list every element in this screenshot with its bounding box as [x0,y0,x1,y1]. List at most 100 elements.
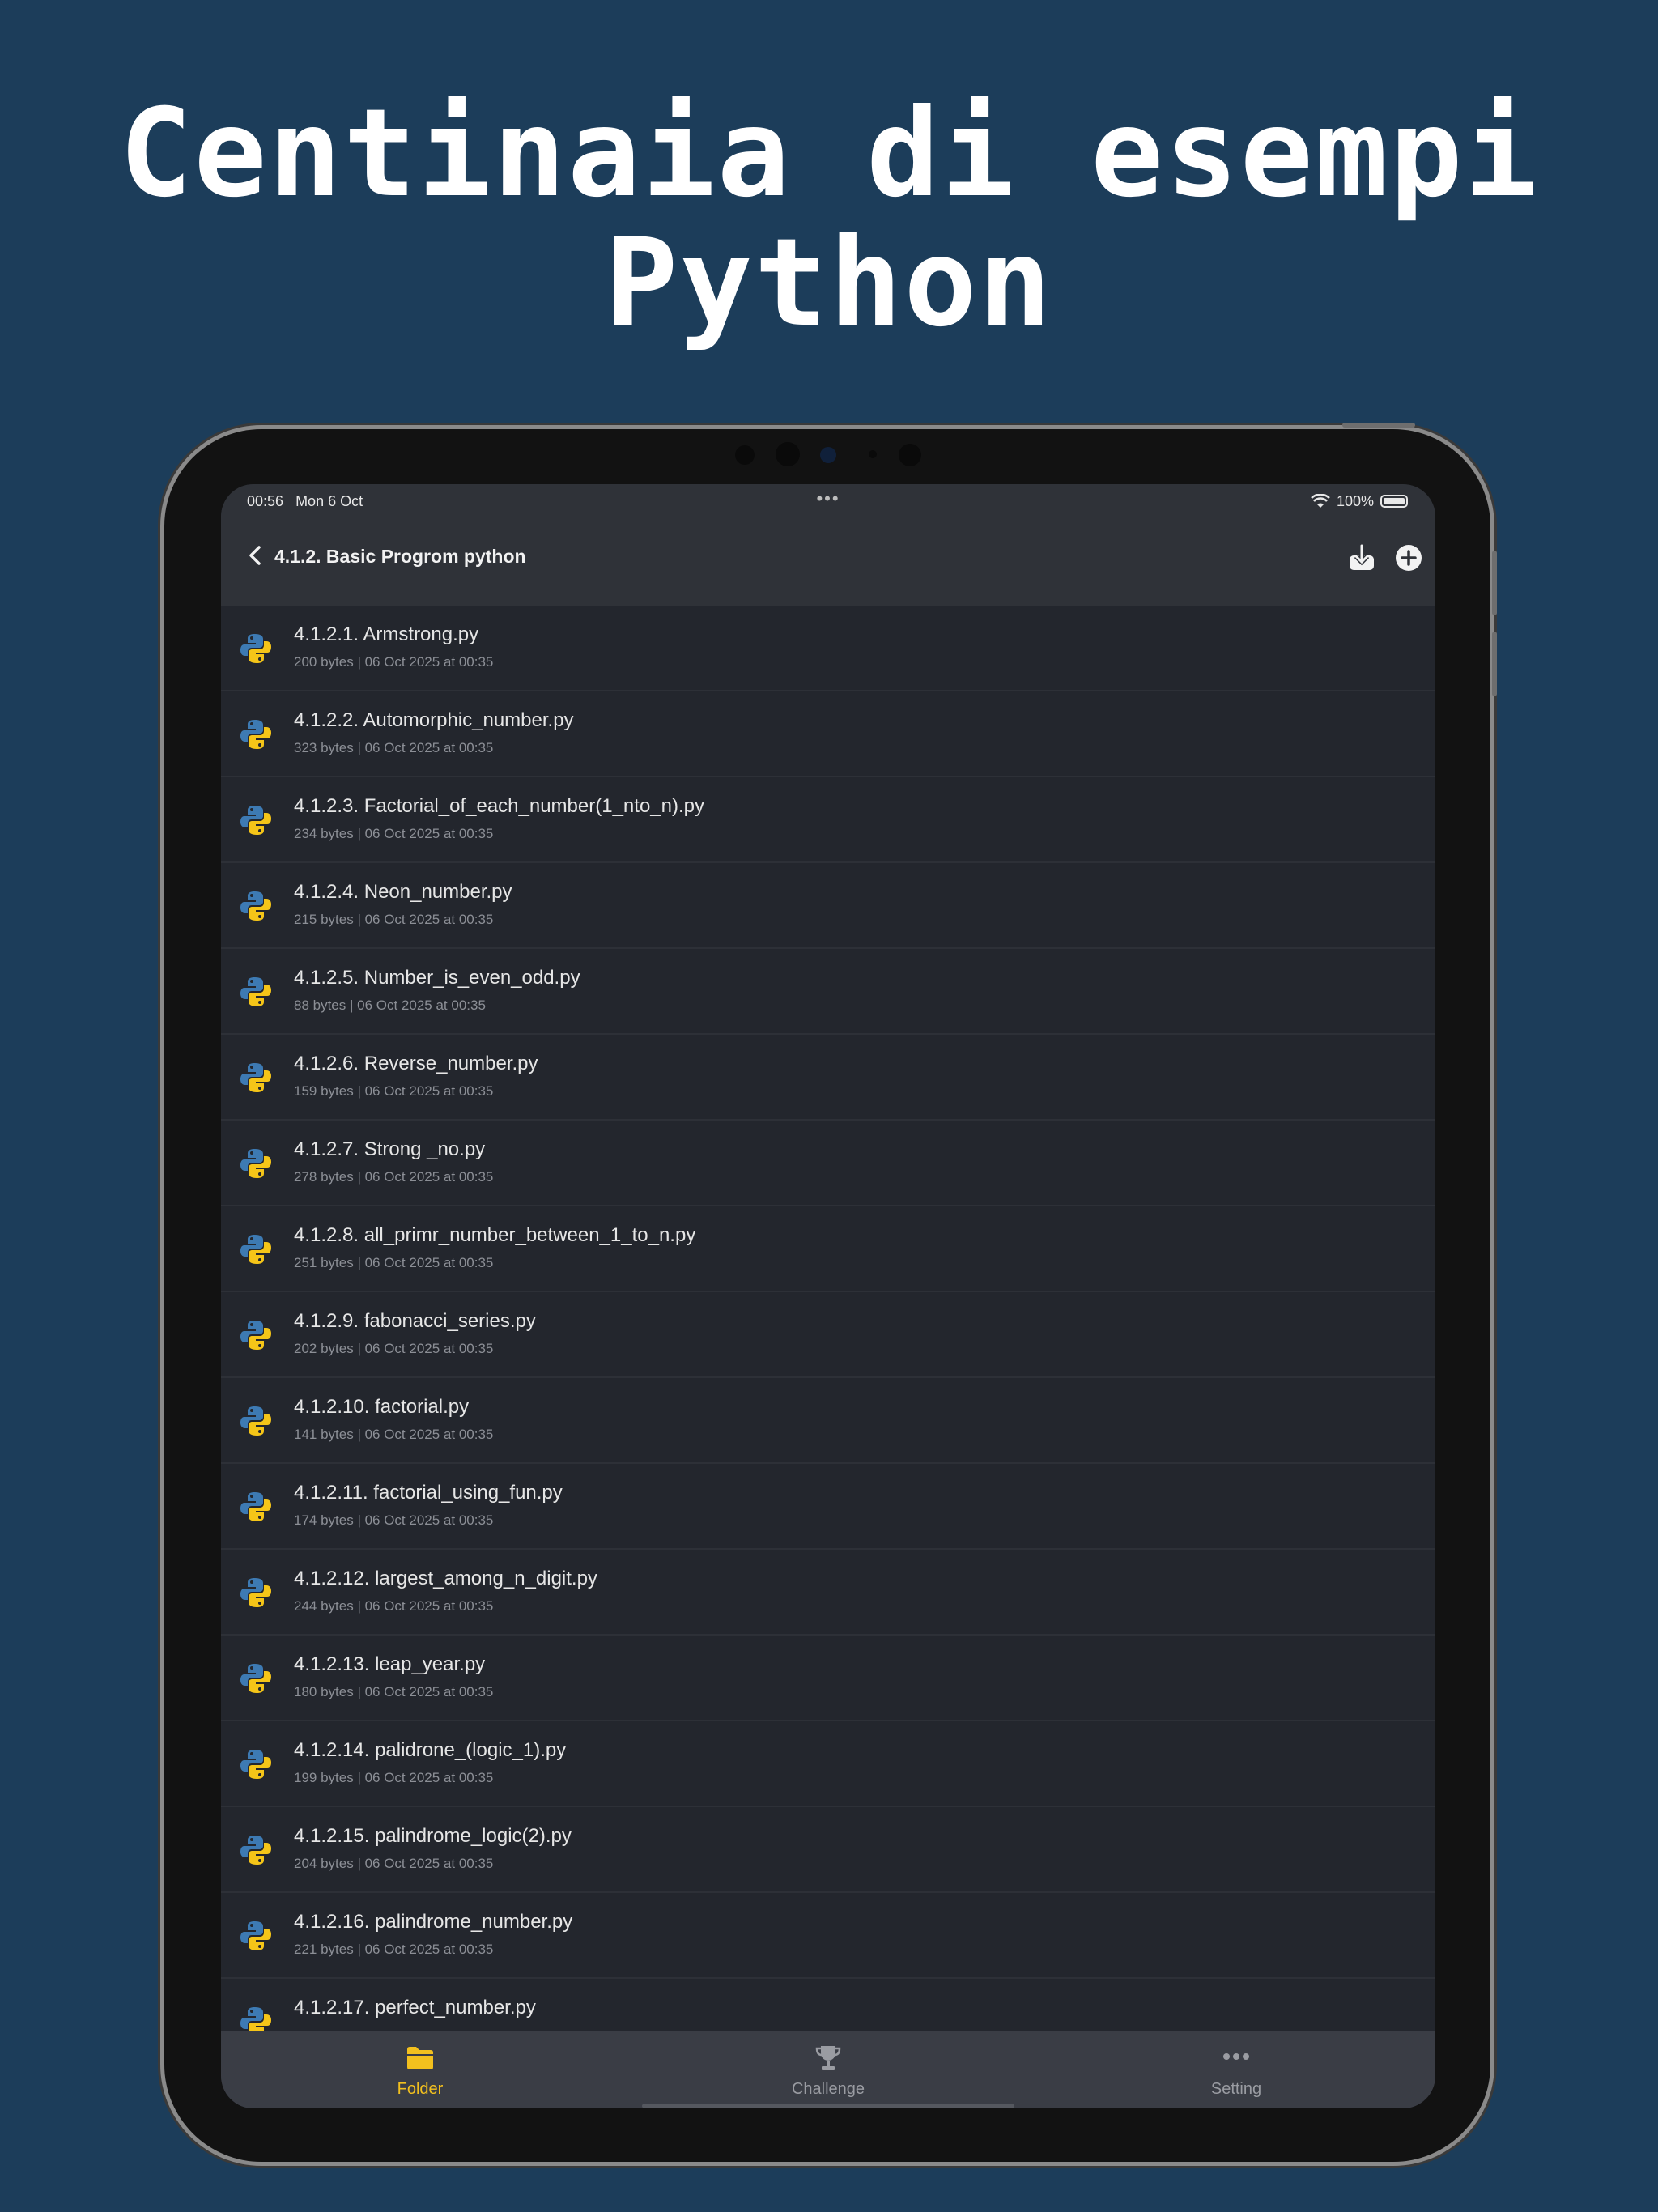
file-row[interactable]: 4.1.2.10. factorial.py 141 bytes | 06 Oct… [221,1378,1435,1464]
tab-folder[interactable]: Folder [299,2031,542,2108]
folder-icon [407,2047,433,2069]
python-file-icon [240,1149,271,1178]
python-file-icon [240,1664,271,1693]
tab-challenge[interactable]: Challenge [707,2031,950,2108]
file-meta: 204 bytes | 06 Oct 2025 at 00:35 [294,1856,494,1871]
file-row[interactable]: 4.1.2.5. Number_is_even_odd.py 88 bytes |… [221,949,1435,1035]
file-row[interactable]: 4.1.2.12. largest_among_n_digit.py 244 by… [221,1550,1435,1636]
file-name: 4.1.2.8. all_primr_number_between_1_to_n… [294,1224,696,1246]
python-file-icon [240,1921,271,1950]
file-row[interactable]: 4.1.2.11. factorial_using_fun.py 174 byte… [221,1464,1435,1550]
camera-icon [820,447,836,463]
headline-line-1: Centinaia di esempi [119,83,1539,224]
tab-label: Setting [1210,2080,1262,2098]
file-name: 4.1.2.3. Factorial_of_each_number(1_nto_… [294,795,704,817]
file-row[interactable]: 4.1.2.13. leap_year.py 180 bytes | 06 Oct… [221,1636,1435,1721]
file-row[interactable]: 4.1.2.17. perfect_number.py [221,1979,1435,2031]
python-file-icon [240,1321,271,1350]
python-file-icon [240,1492,271,1521]
file-name: 4.1.2.13. leap_year.py [294,1653,486,1675]
page-title: 4.1.2. Basic Progrom python [274,546,526,567]
python-file-icon [240,720,271,749]
download-icon[interactable] [1346,542,1377,573]
trophy-icon [815,2046,841,2070]
file-meta: 200 bytes | 06 Oct 2025 at 00:35 [294,654,494,670]
tab-label: Folder [397,2080,444,2098]
volume-down-button [1492,632,1497,696]
python-file-icon [240,634,271,663]
volume-up-button [1492,551,1497,615]
sensor-icon [899,444,921,466]
file-row[interactable]: 4.1.2.15. palindrome_logic(2).py 204 byte… [221,1807,1435,1893]
file-name: 4.1.2.14. palidrone_(logic_1).py [294,1739,567,1761]
file-name: 4.1.2.4. Neon_number.py [294,881,512,903]
file-meta: 244 bytes | 06 Oct 2025 at 00:35 [294,1598,494,1614]
file-meta: 323 bytes | 06 Oct 2025 at 00:35 [294,740,494,755]
file-name: 4.1.2.10. factorial.py [294,1396,470,1418]
sensor-icon [776,442,800,466]
battery-percent: 100% [1336,493,1374,509]
file-name: 4.1.2.7. Strong _no.py [294,1138,486,1160]
python-file-icon [240,1750,271,1779]
file-meta: 159 bytes | 06 Oct 2025 at 00:35 [294,1083,494,1099]
file-name: 4.1.2.15. palindrome_logic(2).py [294,1825,572,1847]
file-name: 4.1.2.11. factorial_using_fun.py [294,1482,563,1504]
sensor-icon [869,450,877,458]
file-name: 4.1.2.1. Armstrong.py [294,623,479,645]
file-meta: 215 bytes | 06 Oct 2025 at 00:35 [294,912,494,927]
headline: Centinaia di esempi Python [0,89,1658,348]
python-file-icon [240,806,271,835]
home-indicator[interactable] [642,2104,1014,2108]
screen: 00:56 Mon 6 Oct ••• 100% 4.1.2. Basic Pr… [221,484,1435,2108]
file-row[interactable]: 4.1.2.7. Strong _no.py 278 bytes | 06 Oct… [221,1121,1435,1206]
python-file-icon [240,2007,271,2031]
python-file-icon [240,1235,271,1264]
tab-label: Challenge [791,2080,865,2098]
python-file-icon [240,1836,271,1865]
python-file-icon [240,891,271,921]
python-file-icon [240,977,271,1006]
chevron-left-icon[interactable] [239,539,271,572]
file-name: 4.1.2.9. fabonacci_series.py [294,1310,536,1332]
headline-line-2: Python [605,213,1053,354]
file-row[interactable]: 4.1.2.2. Automorphic_number.py 323 bytes … [221,691,1435,777]
plus-circle-icon[interactable] [1393,542,1424,573]
multitasking-dots[interactable]: ••• [221,484,1435,513]
file-meta: 88 bytes | 06 Oct 2025 at 00:35 [294,998,486,1013]
python-file-icon [240,1578,271,1607]
file-meta: 199 bytes | 06 Oct 2025 at 00:35 [294,1770,494,1785]
file-row[interactable]: 4.1.2.14. palidrone_(logic_1).py 199 byte… [221,1721,1435,1807]
nav-bar: 4.1.2. Basic Progrom python [221,518,1435,606]
status-right: 100% [1311,484,1408,518]
file-meta: 174 bytes | 06 Oct 2025 at 00:35 [294,1512,494,1528]
file-meta: 234 bytes | 06 Oct 2025 at 00:35 [294,826,494,841]
file-row[interactable]: 4.1.2.1. Armstrong.py 200 bytes | 06 Oct … [221,606,1435,691]
file-row[interactable]: 4.1.2.16. palindrome_number.py 221 bytes … [221,1893,1435,1979]
file-name: 4.1.2.16. palindrome_number.py [294,1911,573,1933]
file-row[interactable]: 4.1.2.6. Reverse_number.py 159 bytes | 06… [221,1035,1435,1121]
python-file-icon [240,1406,271,1436]
file-meta: 180 bytes | 06 Oct 2025 at 00:35 [294,1684,494,1699]
tablet-frame: 00:56 Mon 6 Oct ••• 100% 4.1.2. Basic Pr… [164,423,1497,2162]
file-row[interactable]: 4.1.2.9. fabonacci_series.py 202 bytes | … [221,1292,1435,1378]
python-file-icon [240,1063,271,1092]
file-list: 4.1.2.1. Armstrong.py 200 bytes | 06 Oct … [221,606,1435,2031]
file-row[interactable]: 4.1.2.8. all_primr_number_between_1_to_n… [221,1206,1435,1292]
wifi-icon [1311,494,1330,508]
file-row[interactable]: 4.1.2.4. Neon_number.py 215 bytes | 06 Oc… [221,863,1435,949]
status-bar: 00:56 Mon 6 Oct ••• 100% [221,484,1435,518]
tab-setting[interactable]: Setting [1115,2031,1358,2108]
file-name: 4.1.2.2. Automorphic_number.py [294,709,574,731]
file-meta: 221 bytes | 06 Oct 2025 at 00:35 [294,1942,494,1957]
file-name: 4.1.2.5. Number_is_even_odd.py [294,967,580,989]
file-name: 4.1.2.12. largest_among_n_digit.py [294,1568,597,1589]
battery-icon [1380,495,1408,508]
more-dots-icon [1223,2053,1249,2060]
tab-bar: Folder Challenge Setting [221,2031,1435,2108]
file-meta: 278 bytes | 06 Oct 2025 at 00:35 [294,1169,494,1185]
file-name: 4.1.2.6. Reverse_number.py [294,1053,538,1074]
file-row[interactable]: 4.1.2.3. Factorial_of_each_number(1_nto_… [221,777,1435,863]
top-button [1342,423,1415,428]
file-name: 4.1.2.17. perfect_number.py [294,1997,536,2018]
file-meta: 251 bytes | 06 Oct 2025 at 00:35 [294,1255,494,1270]
